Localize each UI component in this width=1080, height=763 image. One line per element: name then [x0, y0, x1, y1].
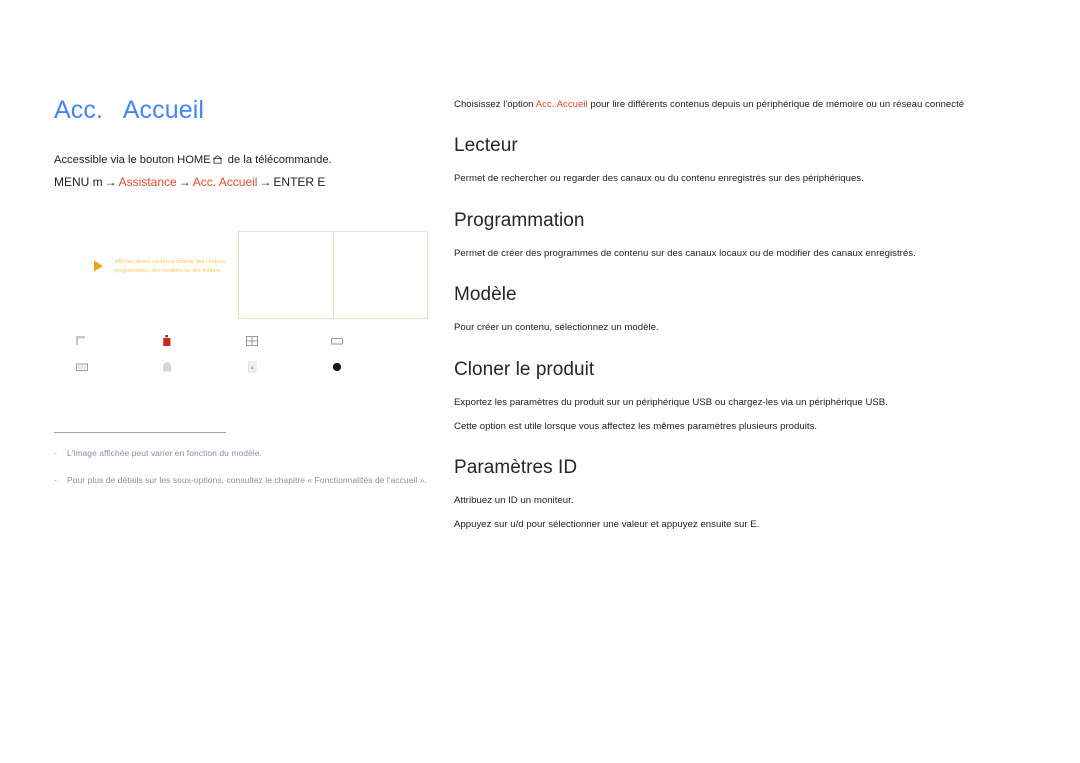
section-parametres-id: Paramètres ID Attribuez un ID un moniteu…: [454, 456, 1029, 532]
section-modele: Modèle Pour créer un contenu, sélectionn…: [454, 283, 1029, 336]
mockup-frame: [238, 231, 428, 319]
device-red-icon: [159, 333, 175, 349]
display-icon: [74, 359, 90, 375]
grid-four-icon: [244, 333, 260, 349]
home-screen-illustration: Affichez divers contenus comme des chaîn…: [54, 225, 428, 385]
menu-path-item-assistance: Assistance: [118, 174, 177, 189]
intro-accent-term: Acc. Accueil: [535, 99, 588, 110]
home-icon: [212, 154, 223, 164]
section-paragraph: Attribuez un ID un moniteur.: [454, 495, 574, 507]
menu-path-menu-label: MENU m: [54, 174, 103, 189]
section-lecteur: Lecteur Permet de rechercher ou regarder…: [454, 134, 1029, 187]
intro-paragraph: Choisissez l'option Acc. Accueil pour li…: [454, 98, 1029, 112]
mockup-pane-right: [333, 231, 428, 319]
footnote-dash: -: [54, 448, 57, 458]
document-page: Acc. Accueil Accessible via le bouton HO…: [0, 0, 1080, 763]
rounded-square-icon: [159, 359, 175, 375]
play-arrow-icon: [92, 259, 105, 273]
menu-path: MENU m → Assistance → Acc. Accueil → ENTER E: [54, 174, 424, 191]
illustration-icon-grid: [74, 328, 384, 380]
section-cloner-le-produit: Cloner le produit Exportez les paramètre…: [454, 358, 1029, 434]
footnote-text: L'image affichée peut varier en fonction…: [67, 448, 262, 458]
access-instruction: Accessible via le bouton HOME de la télé…: [54, 152, 424, 168]
intro-after: pour lire différents contenus depuis un …: [587, 99, 965, 110]
section-programmation: Programmation Permet de créer des progra…: [454, 209, 1029, 262]
section-title: Programmation: [454, 209, 585, 231]
page-title: Acc. Accueil: [54, 96, 205, 124]
menu-path-enter-label: ENTER E: [273, 174, 326, 189]
section-paragraph: Pour créer un contenu, sélectionnez un m…: [454, 322, 659, 334]
cursor-icon: [74, 333, 90, 349]
section-paragraph: Permet de rechercher ou regarder des can…: [454, 173, 864, 185]
access-instruction-suffix: de la télécommande.: [224, 153, 332, 166]
footnote-item: - Pour plus de détails sur les sous-opti…: [54, 474, 427, 487]
menu-path-item-accueil: Acc. Accueil: [192, 174, 258, 189]
footnote-dash: -: [54, 474, 57, 485]
section-paragraph: Exportez les paramètres du produit sur u…: [454, 396, 888, 408]
rectangle-icon: [329, 333, 345, 349]
section-paragraph: Permet de créer des programmes de conten…: [454, 247, 916, 259]
footnotes-divider: [54, 432, 226, 433]
document-icon: [244, 359, 260, 375]
menu-path-arrow-1: →: [104, 174, 117, 189]
intro-before: Choisissez l'option: [454, 99, 536, 110]
mockup-pane-left: [238, 231, 334, 319]
illustration-callout: Affichez divers contenus comme des chaîn…: [92, 258, 240, 276]
footnote-item: - L'image affichée peut varier en foncti…: [54, 447, 426, 460]
filled-circle-icon: [329, 359, 345, 375]
section-title: Modèle: [454, 284, 517, 306]
section-paragraph: Cette option est utile lorsque vous affe…: [454, 420, 818, 432]
access-instruction-prefix: Accessible via le bouton HOME: [54, 153, 211, 166]
left-column: Acc. Accueil Accessible via le bouton HO…: [54, 96, 424, 191]
footnote-text: Pour plus de détails sur les sous-option…: [67, 474, 427, 485]
right-column: Choisissez l'option Acc. Accueil pour li…: [454, 98, 1029, 533]
section-title: Cloner le produit: [454, 359, 595, 381]
footnotes: - L'image affichée peut varier en foncti…: [54, 432, 427, 501]
section-title: Lecteur: [454, 135, 518, 157]
section-paragraph: Appuyez sur u/d pour sélectionner une va…: [454, 518, 760, 530]
menu-path-arrow-3: →: [259, 174, 272, 189]
menu-path-arrow-2: →: [178, 174, 191, 189]
illustration-callout-text: Affichez divers contenus comme des chaîn…: [115, 259, 226, 274]
section-title: Paramètres ID: [454, 457, 578, 479]
